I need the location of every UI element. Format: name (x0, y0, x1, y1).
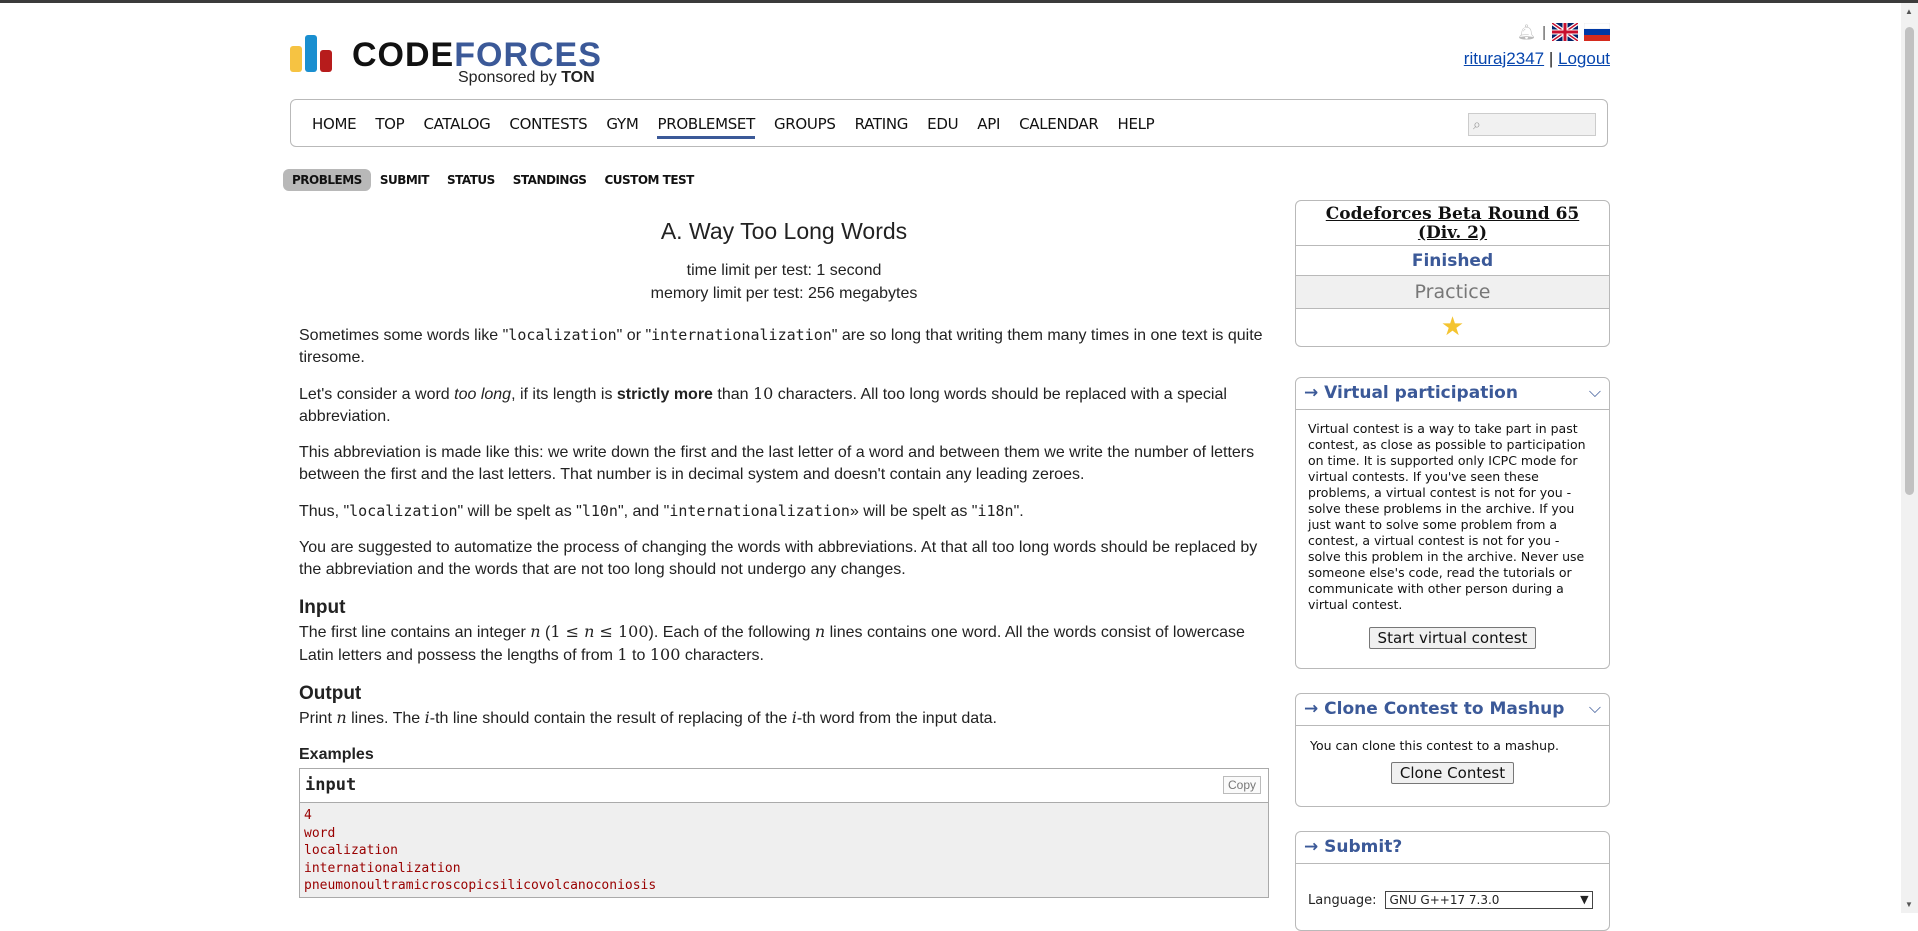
scrollbar-thumb[interactable] (1905, 27, 1914, 495)
sample-line: 4 (304, 808, 312, 823)
statement-paragraph: Sometimes some words like "localization"… (299, 326, 1263, 366)
clone-contest-button[interactable]: Clone Contest (1390, 762, 1515, 784)
sample-input-body[interactable]: 4 word localization internationalization… (300, 803, 1268, 897)
memory-limit: memory limit per test: 256 megabytes (650, 285, 918, 302)
logout-link[interactable]: Logout (1558, 49, 1610, 68)
contest-mode: Practice (1296, 276, 1609, 309)
logo-bars-icon (290, 32, 338, 72)
nav-edu[interactable]: EDU (927, 113, 958, 133)
examples-title: Examples (299, 746, 374, 763)
main-nav: HOME TOP CATALOG CONTESTS GYM PROBLEMSET… (290, 99, 1608, 147)
sponsor-line: Sponsored by TON (458, 69, 595, 86)
statement-paragraph: This abbreviation is made like this: we … (299, 444, 1255, 483)
star-icon[interactable]: ★ (1296, 309, 1609, 346)
tab-custom-test[interactable]: CUSTOM TEST (595, 169, 702, 191)
nav-contests[interactable]: CONTESTS (509, 113, 587, 133)
chevron-down-icon: ▼ (1580, 893, 1589, 906)
language-label: Language: (1308, 892, 1377, 908)
sample-line: internationalization (304, 860, 461, 876)
tab-status[interactable]: STATUS (438, 169, 504, 191)
nav-calendar[interactable]: CALENDAR (1019, 113, 1099, 133)
nav-rating[interactable]: RATING (855, 113, 909, 133)
user-area: 🔔︎ | rituraj2347 | Logout (1464, 21, 1610, 69)
copy-button[interactable]: Copy (1222, 776, 1261, 794)
clone-contest-text: You can clone this contest to a mashup. (1310, 738, 1559, 753)
virtual-participation-box: → Virtual participation ⌵ Virtual contes… (1295, 377, 1610, 669)
nav-catalog[interactable]: CATALOG (423, 113, 490, 133)
search-input[interactable]: ⌕ (1468, 113, 1596, 136)
contest-info-box: Codeforces Beta Round 65 (Div. 2) Finish… (1295, 200, 1610, 347)
scroll-down-icon[interactable]: ▼ (1905, 900, 1913, 909)
contest-name-link[interactable]: Codeforces Beta Round 65 (Div. 2) (1296, 201, 1609, 246)
virtual-participation-text: Virtual contest is a way to take part in… (1308, 421, 1586, 612)
nav-top[interactable]: TOP (375, 113, 404, 133)
nav-gym[interactable]: GYM (606, 113, 638, 133)
sample-input-label: input (305, 775, 357, 795)
nav-problemset[interactable]: PROBLEMSET (657, 113, 755, 139)
problem-title: A. Way Too Long Words (660, 218, 908, 244)
output-specification: Print n lines. The i-th line should cont… (299, 708, 997, 727)
statement-paragraph: Thus, "localization" will be spelt as "l… (299, 502, 1024, 520)
chevron-down-icon[interactable]: ⌵ (1589, 382, 1601, 402)
submit-box: → Submit? Language: GNU G++17 7.3.0 ▼ (1295, 831, 1610, 931)
contest-status: Finished (1296, 246, 1609, 276)
input-specification: The first line contains an integer n (1 … (299, 622, 1245, 664)
page-scrollbar[interactable]: ▲ ▼ (1901, 3, 1918, 913)
clone-contest-title[interactable]: → Clone Contest to Mashup (1304, 699, 1564, 719)
bell-icon[interactable]: 🔔︎ (1517, 23, 1536, 41)
codeforces-logo[interactable]: CODEFORCES Sponsored by TON (290, 32, 610, 92)
problem-statement: A. Way Too Long Words time limit per tes… (299, 218, 1269, 898)
clone-contest-box: → Clone Contest to Mashup ⌵ You can clon… (1295, 693, 1610, 807)
start-virtual-contest-button[interactable]: Start virtual contest (1368, 627, 1537, 649)
scroll-up-icon[interactable]: ▲ (1905, 7, 1913, 16)
nav-groups[interactable]: GROUPS (774, 113, 836, 133)
separator: | (1542, 23, 1546, 41)
sample-input: input Copy 4 word localization internati… (299, 768, 1269, 898)
statement-paragraph: You are suggested to automatize the proc… (299, 539, 1258, 578)
sample-line: localization (304, 843, 398, 858)
chevron-down-icon[interactable]: ⌵ (1589, 698, 1601, 718)
user-separator: | (1548, 49, 1554, 68)
search-icon: ⌕ (1473, 116, 1481, 132)
virtual-participation-title[interactable]: → Virtual participation (1304, 383, 1518, 403)
nav-api[interactable]: API (977, 113, 1000, 133)
sample-line: pneumonoultramicroscopicsilicovolcanocon… (304, 878, 657, 893)
username-link[interactable]: rituraj2347 (1464, 49, 1544, 68)
tab-submit[interactable]: SUBMIT (371, 169, 438, 191)
uk-flag-icon[interactable] (1552, 23, 1578, 41)
nav-home[interactable]: HOME (312, 113, 357, 133)
nav-help[interactable]: HELP (1117, 113, 1154, 133)
sample-line: word (304, 825, 336, 841)
tab-problems[interactable]: PROBLEMS (283, 169, 371, 191)
problem-submenu: PROBLEMS SUBMIT STATUS STANDINGS CUSTOM … (283, 169, 703, 191)
russia-flag-icon[interactable] (1584, 23, 1610, 41)
language-select[interactable]: GNU G++17 7.3.0 ▼ (1384, 891, 1593, 909)
statement-paragraph: Let's consider a word too long, if its l… (299, 384, 1227, 425)
time-limit: time limit per test: 1 second (686, 262, 882, 279)
output-section-title: Output (299, 683, 362, 704)
submit-title[interactable]: → Submit? (1304, 837, 1402, 857)
tab-standings[interactable]: STANDINGS (504, 169, 596, 191)
input-section-title: Input (299, 597, 346, 618)
